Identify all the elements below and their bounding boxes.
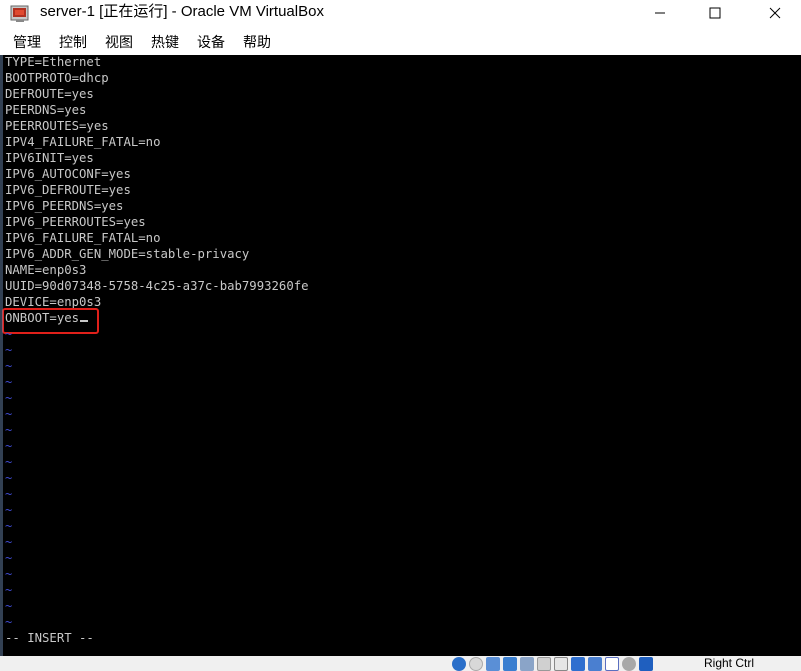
vm-display[interactable]: TYPE=Ethernet BOOTPROTO=dhcp DEFROUTE=ye… <box>0 55 801 656</box>
usb-status-icon[interactable] <box>520 657 534 671</box>
vim-mode-indicator: -- INSERT -- <box>5 631 94 645</box>
config-line: TYPE=Ethernet <box>5 55 102 69</box>
host-key-label: Right Ctrl <box>704 656 755 670</box>
config-line: IPV6_PEERDNS=yes <box>5 199 124 213</box>
menu-help[interactable]: 帮助 <box>243 33 271 53</box>
config-line: PEERDNS=yes <box>5 103 87 117</box>
vt-x-status-icon[interactable] <box>588 657 602 671</box>
empty-line-tilde: ~ <box>5 343 13 357</box>
empty-line-tilde: ~ <box>5 535 13 549</box>
menu-hotkeys[interactable]: 热键 <box>151 33 179 53</box>
config-line: BOOTPROTO=dhcp <box>5 71 109 85</box>
menu-devices[interactable]: 设备 <box>197 33 225 53</box>
network-status-icon[interactable] <box>503 657 517 671</box>
minimize-button[interactable] <box>637 0 683 26</box>
config-line: PEERROUTES=yes <box>5 119 109 133</box>
empty-line-tilde: ~ <box>5 519 13 533</box>
empty-line-tilde: ~ <box>5 599 13 613</box>
empty-line-tilde: ~ <box>5 375 13 389</box>
empty-line-tilde: ~ <box>5 327 13 341</box>
empty-line-tilde: ~ <box>5 583 13 597</box>
title-bar: server-1 [正在运行] - Oracle VM VirtualBox <box>0 0 801 30</box>
display-status-icon[interactable] <box>554 657 568 671</box>
config-line: DEFROUTE=yes <box>5 87 94 101</box>
config-line: IPV6_FAILURE_FATAL=no <box>5 231 161 245</box>
empty-line-tilde: ~ <box>5 423 13 437</box>
close-button[interactable] <box>752 0 798 26</box>
harddisk-status-icon[interactable] <box>452 657 466 671</box>
empty-line-tilde: ~ <box>5 391 13 405</box>
virtualbox-app-icon <box>10 5 29 22</box>
status-indicators <box>452 657 653 671</box>
optical-drive-status-icon[interactable] <box>469 657 483 671</box>
display-left-edge <box>0 55 3 656</box>
config-line: IPV6_DEFROUTE=yes <box>5 183 131 197</box>
empty-line-tilde: ~ <box>5 471 13 485</box>
empty-line-tilde: ~ <box>5 407 13 421</box>
menu-view[interactable]: 视图 <box>105 33 133 53</box>
empty-line-tilde: ~ <box>5 487 13 501</box>
empty-line-tilde: ~ <box>5 439 13 453</box>
config-line: IPV4_FAILURE_FATAL=no <box>5 135 161 149</box>
empty-line-tilde: ~ <box>5 359 13 373</box>
config-line: NAME=enp0s3 <box>5 263 87 277</box>
menu-bar: 管理 控制 视图 热键 设备 帮助 <box>0 30 801 55</box>
minimize-icon <box>655 12 665 14</box>
empty-line-tilde: ~ <box>5 503 13 517</box>
close-icon <box>769 7 781 19</box>
menu-manage[interactable]: 管理 <box>13 33 41 53</box>
maximize-icon <box>709 7 721 19</box>
virtualization-status-icon[interactable] <box>605 657 619 671</box>
menu-control[interactable]: 控制 <box>59 33 87 53</box>
status-bar: Right Ctrl <box>0 656 801 671</box>
keyboard-capture-status-icon[interactable] <box>639 657 653 671</box>
maximize-button[interactable] <box>692 0 738 26</box>
empty-line-tilde: ~ <box>5 615 13 629</box>
mouse-integration-status-icon[interactable] <box>622 657 636 671</box>
config-line: IPV6_ADDR_GEN_MODE=stable-privacy <box>5 247 250 261</box>
audio-status-icon[interactable] <box>486 657 500 671</box>
empty-line-tilde: ~ <box>5 455 13 469</box>
shared-folders-status-icon[interactable] <box>537 657 551 671</box>
config-line: IPV6INIT=yes <box>5 151 94 165</box>
window-title: server-1 [正在运行] - Oracle VM VirtualBox <box>40 3 324 20</box>
onboot-highlight-box <box>2 308 99 334</box>
empty-line-tilde: ~ <box>5 567 13 581</box>
config-line: UUID=90d07348-5758-4c25-a37c-bab7993260f… <box>5 279 309 293</box>
config-line: IPV6_PEERROUTES=yes <box>5 215 146 229</box>
video-capture-status-icon[interactable] <box>571 657 585 671</box>
config-line: IPV6_AUTOCONF=yes <box>5 167 131 181</box>
empty-line-tilde: ~ <box>5 551 13 565</box>
